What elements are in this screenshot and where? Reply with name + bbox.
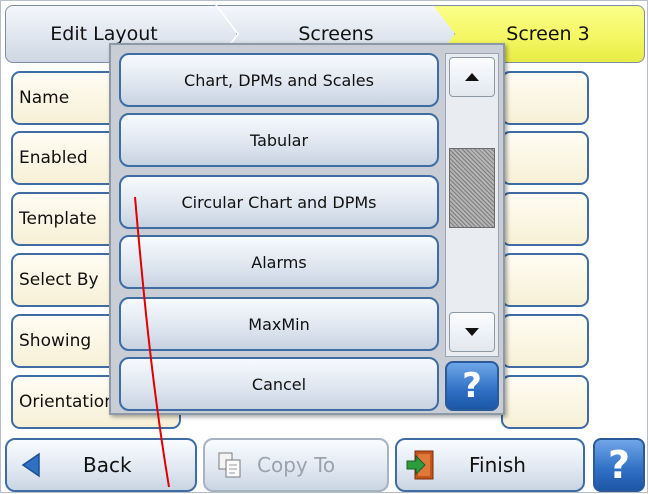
field-showing-value[interactable] [501, 314, 589, 368]
option-circular-chart-dpms-label: Circular Chart and DPMs [181, 192, 377, 212]
option-maxmin-label: MaxMin [248, 314, 310, 334]
option-chart-dpms-scales-label: Chart, DPMs and Scales [184, 70, 374, 90]
popup-help-button[interactable]: ? [445, 361, 499, 411]
option-chart-dpms-scales[interactable]: Chart, DPMs and Scales [119, 53, 439, 107]
field-enabled-value[interactable] [501, 131, 589, 185]
field-select-by-value[interactable] [501, 253, 589, 307]
field-select-by-label: Select By [19, 270, 99, 290]
copy-to-button[interactable]: Copy To [203, 438, 389, 492]
field-orientation-value[interactable] [501, 375, 589, 429]
copy-icon [218, 452, 241, 478]
option-alarms-label: Alarms [251, 252, 307, 272]
option-tabular[interactable]: Tabular [119, 113, 439, 167]
back-button-label: Back [83, 453, 132, 477]
scroll-thumb[interactable] [449, 148, 495, 228]
scroll-down-button[interactable] [449, 312, 495, 352]
field-orientation-label: Orientation [19, 392, 115, 412]
popup-scrollbar[interactable] [445, 53, 499, 357]
help-button[interactable]: ? [593, 438, 645, 492]
help-icon: ? [607, 443, 631, 487]
breadcrumb-edit-layout-label: Edit Layout [50, 23, 158, 45]
field-enabled-label: Enabled [19, 148, 88, 168]
field-template-value[interactable] [501, 192, 589, 246]
finish-button[interactable]: Finish [395, 438, 585, 492]
breadcrumb-screens-label: Screens [298, 23, 374, 45]
field-name-label: Name [19, 88, 70, 108]
finish-button-label: Finish [469, 453, 526, 477]
option-cancel-label: Cancel [251, 374, 307, 394]
option-circular-chart-dpms[interactable]: Circular Chart and DPMs [119, 175, 439, 229]
scroll-up-icon [465, 73, 479, 81]
finish-exit-icon [406, 450, 434, 480]
option-alarms[interactable]: Alarms [119, 235, 439, 289]
scroll-down-icon [465, 328, 479, 336]
option-cancel[interactable]: Cancel [119, 357, 439, 411]
option-maxmin[interactable]: MaxMin [119, 297, 439, 351]
breadcrumb-screen-3-label: Screen 3 [506, 23, 590, 45]
triangle-left-icon [21, 452, 40, 478]
copy-to-button-label: Copy To [257, 453, 336, 477]
scroll-up-button[interactable] [449, 57, 495, 97]
field-name-value[interactable] [501, 71, 589, 125]
field-template-label: Template [19, 209, 97, 229]
field-showing-label: Showing [19, 331, 92, 351]
screen-designer-window: Edit Layout Screens Screen 3 Name Enable… [0, 0, 648, 493]
option-tabular-label: Tabular [249, 130, 309, 150]
screen-type-popup: Chart, DPMs and Scales Tabular Circular … [109, 43, 505, 415]
back-button[interactable]: Back [5, 438, 197, 492]
popup-help-icon: ? [462, 366, 482, 406]
